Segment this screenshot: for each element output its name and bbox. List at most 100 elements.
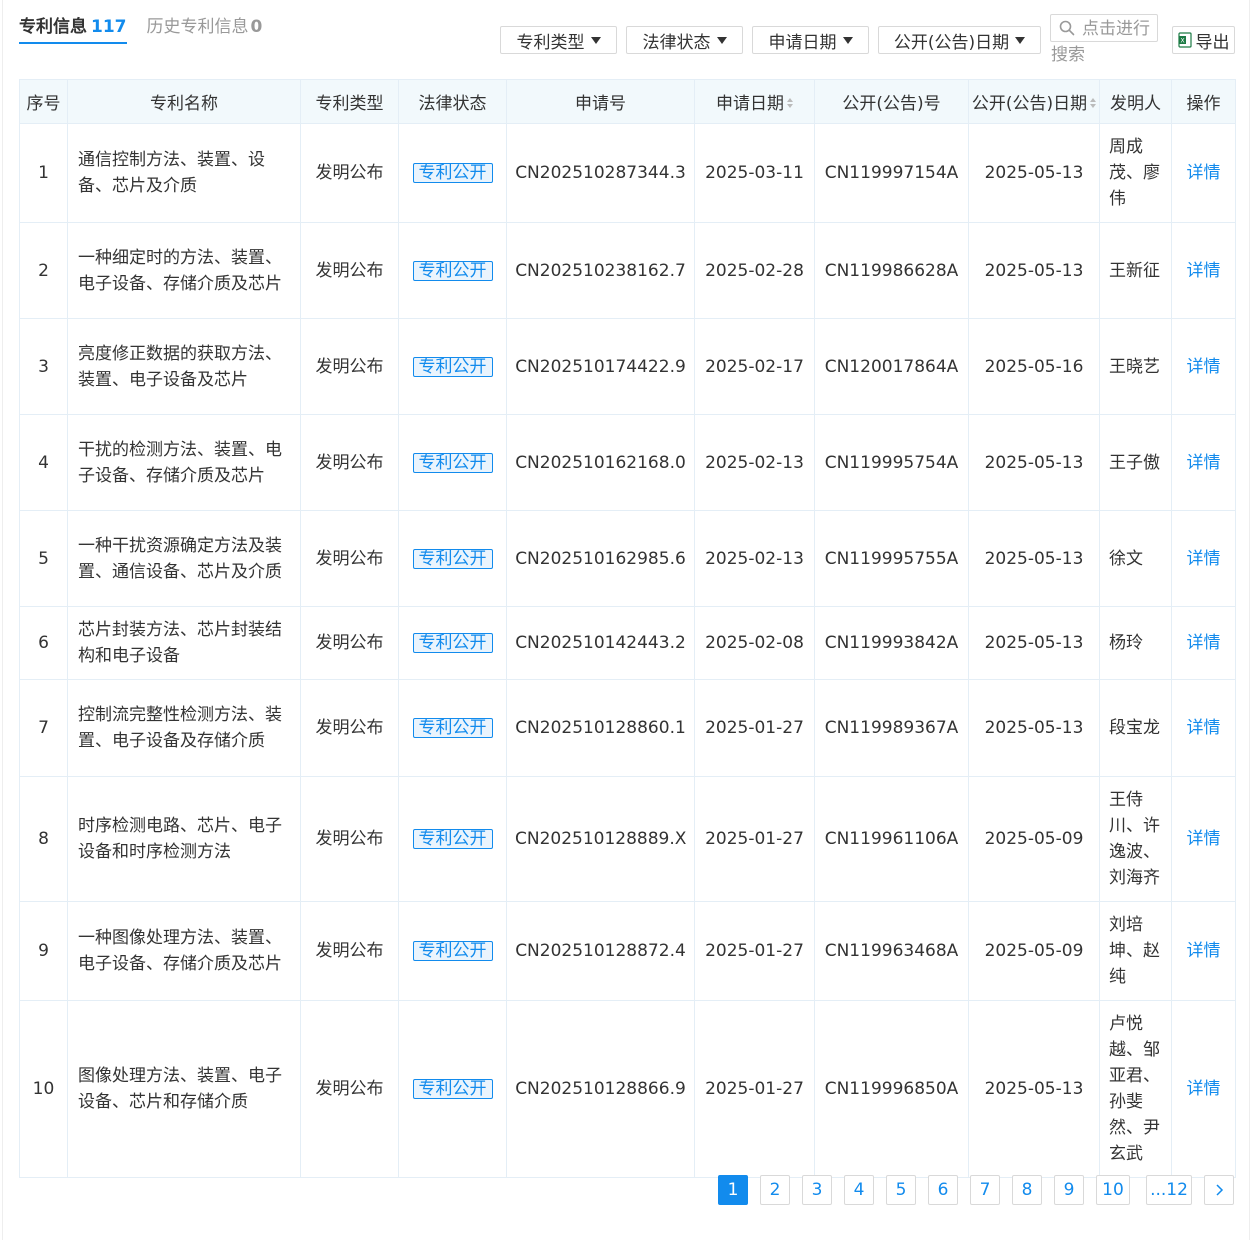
publication-number: CN119997154A: [824, 163, 959, 183]
status-badge: 专利公开: [412, 718, 493, 738]
col-header-app-date[interactable]: 申请日期: [694, 79, 815, 124]
publication-number-cell: CN119963468A: [814, 901, 969, 1001]
publication-date-cell: 2025-05-09: [968, 901, 1100, 1001]
publication-number-cell: CN119995754A: [814, 414, 969, 511]
status-badge: 专利公开: [412, 548, 493, 569]
legal-status-cell: 专利公开: [398, 222, 507, 319]
row-index: 6: [38, 633, 49, 653]
detail-link[interactable]: 详情: [1187, 1079, 1221, 1099]
application-number-cell: CN202510128872.4: [506, 901, 695, 1001]
patent-type-cell: 发明公布: [300, 510, 399, 607]
detail-link[interactable]: 详情: [1187, 261, 1221, 281]
page-button[interactable]: 10: [1096, 1175, 1130, 1205]
detail-link-cell: 详情: [1171, 123, 1236, 223]
tab-patent-info[interactable]: 专利信息 117: [19, 14, 127, 44]
col-header-pub-no: 公开(公告)号: [814, 79, 969, 124]
row-index: 1: [38, 163, 49, 183]
legal-status-cell: 专利公开: [398, 776, 507, 902]
publication-date-cell: 2025-05-16: [968, 318, 1100, 415]
patent-name: 时序检测电路、芯片、电子设备和时序检测方法: [78, 816, 282, 862]
publication-number: CN119995754A: [824, 452, 959, 473]
inventor: 段宝龙: [1109, 718, 1160, 738]
page-button[interactable]: 8: [1012, 1175, 1042, 1205]
publication-number-cell: CN119996850A: [814, 1000, 969, 1178]
application-date: 2025-01-27: [705, 941, 804, 961]
search-placeholder: 点击进行 搜索: [1050, 16, 1160, 68]
detail-link[interactable]: 详情: [1187, 163, 1221, 183]
tab-bar: 专利信息 117 历史专利信息 0: [19, 14, 262, 44]
col-header-pub-date[interactable]: 公开(公告)日期: [968, 79, 1100, 124]
legal-status-cell: 专利公开: [398, 1000, 507, 1178]
publication-date: 2025-05-13: [984, 1079, 1084, 1099]
patent-name: 一种细定时的方法、装置、电子设备、存储介质及芯片: [78, 247, 282, 294]
inventor-cell: 刘培坤、赵纯: [1099, 901, 1172, 1001]
application-number: CN202510238162.7: [515, 260, 686, 281]
inventor-cell: 周成茂、廖伟: [1099, 123, 1172, 223]
patent-name-cell: 芯片封装方法、芯片封装结构和电子设备: [67, 606, 301, 680]
patent-name-cell: 干扰的检测方法、装置、电子设备、存储介质及芯片: [67, 414, 301, 511]
application-date-cell: 2025-02-13: [694, 510, 815, 607]
pub-date-filter[interactable]: 公开(公告)日期: [878, 26, 1041, 54]
table-row: 6 芯片封装方法、芯片封装结构和电子设备 发明公布 专利公开 CN20251014244…: [19, 606, 1236, 680]
apply-date-filter[interactable]: 申请日期: [752, 26, 869, 54]
patent-type-cell: 发明公布: [300, 901, 399, 1001]
inventor-cell: 段宝龙: [1099, 679, 1172, 777]
page-button[interactable]: 3: [802, 1175, 832, 1205]
page-button[interactable]: 1: [718, 1175, 748, 1205]
detail-link[interactable]: 详情: [1187, 829, 1221, 849]
patent-name-cell: 控制流完整性检测方法、装置、电子设备及存储介质: [67, 679, 301, 777]
publication-number-cell: CN119961106A: [814, 776, 969, 902]
apply-date-filter-label: 申请日期: [768, 32, 837, 53]
publication-number: CN119986628A: [824, 260, 959, 281]
detail-link[interactable]: 详情: [1187, 357, 1221, 377]
patent-type: 发明公布: [315, 163, 384, 183]
tab-history-patent-info[interactable]: 历史专利信息 0: [147, 14, 263, 40]
export-button[interactable]: X 导出: [1172, 26, 1235, 54]
publication-date: 2025-05-09: [984, 829, 1084, 849]
status-badge: 专利公开: [412, 941, 493, 961]
table-row: 4 干扰的检测方法、装置、电子设备、存储介质及芯片 发明公布 专利公开 CN202510…: [19, 414, 1236, 511]
export-label: 导出: [1195, 32, 1230, 53]
row-index-cell: 10: [19, 1000, 68, 1178]
inventor-cell: 卢悦越、邹亚君、孙斐然、尹玄武: [1099, 1000, 1172, 1178]
page-button[interactable]: 2: [760, 1175, 790, 1205]
patent-type-cell: 发明公布: [300, 414, 399, 511]
row-index: 9: [38, 941, 49, 961]
publication-number-cell: CN119997154A: [814, 123, 969, 223]
page-button[interactable]: 4: [844, 1175, 874, 1205]
col-header-action: 操作: [1171, 79, 1236, 124]
page-button[interactable]: 9: [1054, 1175, 1084, 1205]
search-placeholder-line1: 点击进行: [1082, 19, 1150, 39]
detail-link[interactable]: 详情: [1187, 941, 1221, 961]
detail-link[interactable]: 详情: [1187, 718, 1221, 738]
application-number-cell: CN202510287344.3: [506, 123, 695, 223]
next-page-button[interactable]: [1204, 1175, 1234, 1205]
application-number-cell: CN202510128889.X: [506, 776, 695, 902]
application-date: 2025-01-27: [705, 718, 804, 738]
detail-link[interactable]: 详情: [1187, 453, 1221, 473]
col-header-name: 专利名称: [67, 79, 301, 124]
patent-type-cell: 发明公布: [300, 606, 399, 680]
patent-type: 发明公布: [315, 356, 384, 377]
detail-link[interactable]: 详情: [1187, 633, 1221, 653]
tab-history-count: 0: [250, 17, 263, 37]
legal-status-filter[interactable]: 法律状态: [626, 26, 743, 54]
patent-name: 图像处理方法、装置、电子设备、芯片和存储介质: [78, 1066, 282, 1112]
detail-link[interactable]: 详情: [1187, 549, 1221, 569]
patent-type: 发明公布: [315, 548, 384, 569]
patent-name: 干扰的检测方法、装置、电子设备、存储介质及芯片: [78, 439, 282, 486]
row-index: 10: [32, 1079, 55, 1099]
patent-type-filter[interactable]: 专利类型: [500, 26, 617, 54]
publication-date-cell: 2025-05-13: [968, 1000, 1100, 1178]
application-number: CN202510128872.4: [515, 941, 686, 961]
page-button[interactable]: 6: [928, 1175, 958, 1205]
patent-name-cell: 图像处理方法、装置、电子设备、芯片和存储介质: [67, 1000, 301, 1178]
page-button[interactable]: ...12: [1146, 1175, 1192, 1205]
page-button[interactable]: 5: [886, 1175, 916, 1205]
publication-date-cell: 2025-05-13: [968, 123, 1100, 223]
page-button[interactable]: 7: [970, 1175, 1000, 1205]
publication-date-cell: 2025-05-13: [968, 606, 1100, 680]
col-header-index: 序号: [19, 79, 68, 124]
application-date-cell: 2025-03-11: [694, 123, 815, 223]
application-number-cell: CN202510174422.9: [506, 318, 695, 415]
